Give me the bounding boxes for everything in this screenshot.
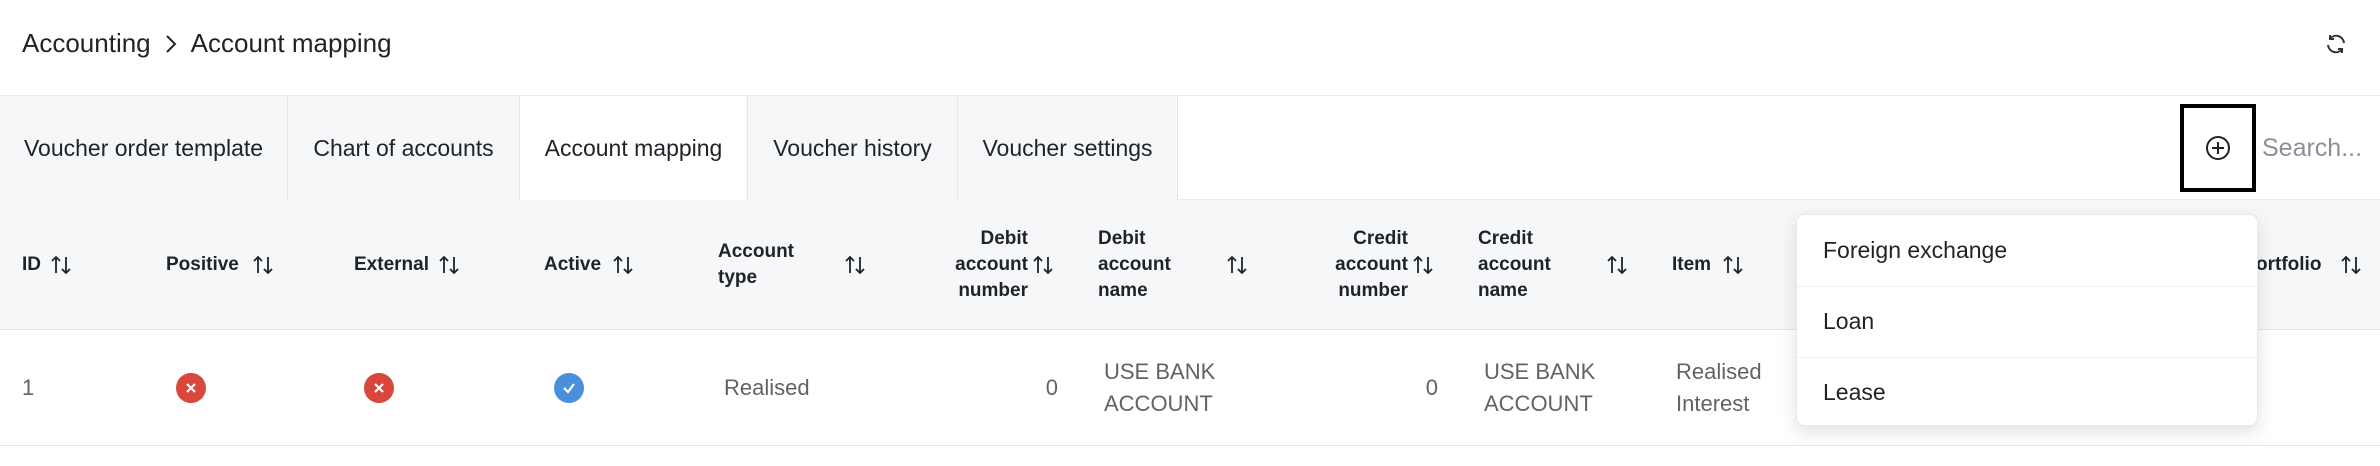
tab-account-mapping[interactable]: Account mapping [520,96,748,200]
sort-icon[interactable] [2340,253,2362,277]
cell-debit-account-name: USE BANK ACCOUNT [1104,359,1216,416]
sort-icon[interactable] [252,253,274,277]
cell-credit-account-number: 0 [1425,375,1438,400]
column-header-credit-account-number[interactable]: Credit account number [1320,200,1440,330]
breadcrumb: Accounting Account mapping [22,28,392,59]
breadcrumb-current: Account mapping [190,28,392,58]
column-header-debit-account-number[interactable]: Debit account number [940,200,1060,330]
check-circle-icon [554,373,584,403]
search-input[interactable] [2262,126,2374,170]
column-header-account-type[interactable]: Account type [718,200,868,330]
sort-icon[interactable] [438,253,460,277]
cell-external [364,330,394,446]
sort-icon[interactable] [1606,253,1628,277]
cell-credit-account-name: USE BANK ACCOUNT [1484,359,1596,416]
column-header-active[interactable]: Active [544,200,633,330]
breadcrumb-parent[interactable]: Accounting [22,28,151,59]
column-header-debit-account-name[interactable]: Debit account name [1098,200,1258,330]
tab-voucher-history[interactable]: Voucher history [748,96,958,200]
cell-item: Realised Interest [1676,359,1762,416]
x-circle-icon [364,373,394,403]
cell-debit-account-number: 0 [1045,375,1058,400]
refresh-icon[interactable] [2320,28,2352,60]
cell-active [554,330,584,446]
top-bar: Accounting Account mapping [0,0,2380,96]
menu-item-lease[interactable]: Lease [1797,357,2257,427]
column-header-item[interactable]: Item [1672,200,1762,330]
x-circle-icon [176,373,206,403]
sort-icon[interactable] [1722,253,1744,277]
tab-label: Voucher history [773,134,932,161]
tab-label: Voucher order template [23,134,264,161]
cell-positive [176,330,206,446]
tab-label: Voucher settings [982,134,1153,161]
column-header-positive[interactable]: Positive [166,200,273,330]
tabs-row: Voucher order template Chart of accounts… [0,96,2380,200]
add-button[interactable] [2180,104,2256,192]
sort-icon[interactable] [1226,253,1248,277]
cell-account-type: Realised [724,375,810,400]
column-header-credit-account-name[interactable]: Credit account name [1478,200,1638,330]
cell-id: 1 [22,375,35,400]
sort-icon[interactable] [1412,253,1434,277]
sort-icon[interactable] [612,253,634,277]
plus-circle-icon [2206,136,2230,160]
tab-chart-of-accounts[interactable]: Chart of accounts [288,96,520,200]
tab-label: Account mapping [544,134,723,161]
sort-icon[interactable] [50,253,72,277]
chevron-right-icon [163,33,179,55]
tab-label: Chart of accounts [313,134,494,161]
column-header-id[interactable]: ID [22,200,71,330]
menu-item-loan[interactable]: Loan [1797,286,2257,356]
column-header-external[interactable]: External [354,200,459,330]
tab-voucher-settings[interactable]: Voucher settings [958,96,1178,200]
sort-icon[interactable] [1032,253,1054,277]
menu-item-foreign-exchange[interactable]: Foreign exchange [1797,215,2257,285]
sort-icon[interactable] [844,253,866,277]
column-header-portfolio[interactable]: ortfolio [2256,200,2376,330]
tab-voucher-order-template[interactable]: Voucher order template [0,96,288,200]
add-dropdown-menu: Foreign exchange Loan Lease [1796,214,2258,426]
